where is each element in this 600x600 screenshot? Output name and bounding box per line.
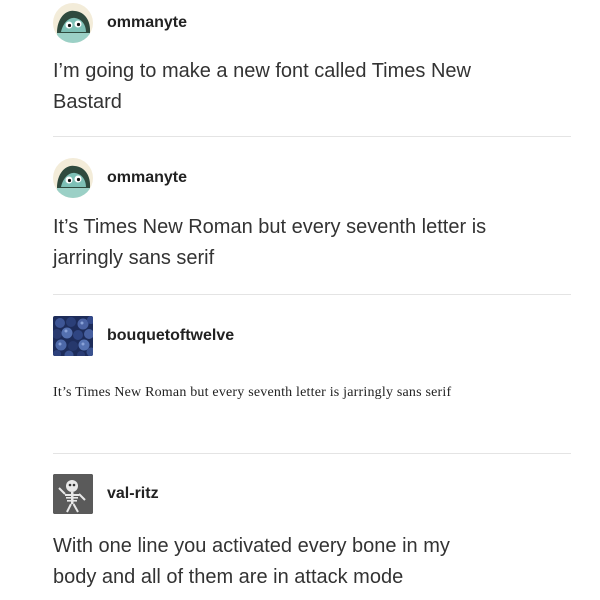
post-body: With one line you activated every bone i… [53, 531, 563, 593]
username[interactable]: bouquetoftwelve [107, 327, 234, 345]
skeleton-icon [53, 474, 93, 514]
post-text-line: With one line you activated every bone i… [53, 535, 450, 557]
username[interactable]: val-ritz [107, 485, 159, 503]
blueberries-icon [53, 316, 93, 356]
post-text-line: Bastard [53, 91, 122, 113]
avatar[interactable] [53, 3, 93, 43]
ghost-blob-icon [53, 158, 93, 198]
username[interactable]: ommanyte [107, 14, 187, 32]
post-text-line: It’s Times New Roman but every seventh l… [53, 216, 487, 238]
post-text-line: jarringly sans serif [53, 247, 215, 269]
avatar[interactable] [53, 474, 93, 514]
post-body: It’s Times New Roman but every seventh l… [53, 212, 563, 274]
post-text-line: It’s Times New Roman but every seventh l… [53, 385, 452, 400]
ghost-blob-icon [53, 3, 93, 43]
post-header: val-ritz [53, 474, 159, 514]
post-divider [53, 136, 571, 137]
avatar[interactable] [53, 316, 93, 356]
post-text-line: body and all of them are in attack mode [53, 566, 404, 588]
reblog-thread: ommanyte I’m going to make a new font ca… [0, 0, 600, 600]
post-header: ommanyte [53, 158, 187, 198]
post-header: bouquetoftwelve [53, 316, 234, 356]
username[interactable]: ommanyte [107, 169, 187, 187]
post-divider [53, 453, 571, 454]
post-body: I’m going to make a new font called Time… [53, 56, 563, 118]
post-body: It’s Times New Roman but every seventh l… [53, 383, 563, 403]
avatar[interactable] [53, 158, 93, 198]
post-header: ommanyte [53, 3, 187, 43]
post-text-line: I’m going to make a new font called Time… [53, 60, 471, 82]
post-divider [53, 294, 571, 295]
